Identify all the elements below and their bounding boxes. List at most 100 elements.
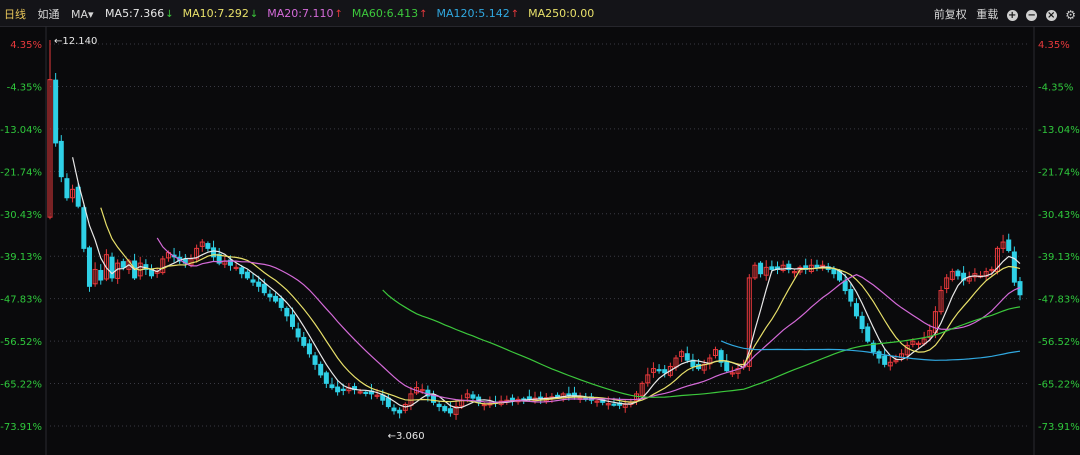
y-axis-label-right: -56.52%	[1038, 337, 1080, 348]
candle-down	[865, 326, 871, 342]
candle-down	[329, 384, 335, 389]
ma120-line	[720, 340, 1021, 361]
chart-toolbar: 日线 如通 MA▾ MA5:7.366↓ MA10:7.292 ↓ MA20:7.11…	[0, 0, 1080, 27]
y-axis-label-right: -21.74%	[1038, 167, 1080, 178]
candle-down	[109, 256, 115, 279]
max-price-annotation: ←12.140	[54, 36, 97, 47]
candle-down	[239, 267, 245, 275]
candle-down	[397, 409, 403, 414]
candle-down	[284, 307, 290, 317]
arrow-up-icon: ↑	[510, 9, 520, 20]
y-axis-label-right: -13.04%	[1038, 125, 1080, 136]
candle-down	[509, 397, 515, 401]
ma-legend-label: MA10:7.292	[182, 7, 249, 20]
forward-adjust-button[interactable]: 前复权	[934, 6, 967, 22]
y-axis-label-right: -39.13%	[1038, 252, 1080, 263]
y-axis-label-left: -65.22%	[0, 380, 42, 391]
candle-down	[250, 279, 256, 283]
y-axis-label-left: -13.04%	[0, 125, 42, 136]
y-axis-label-left: -56.52%	[0, 337, 42, 348]
candle-down	[470, 394, 476, 399]
candle-down	[853, 303, 859, 317]
close-icon[interactable]: ×	[1045, 9, 1057, 21]
minus-icon[interactable]: −	[1026, 9, 1038, 21]
candle-down	[244, 271, 250, 279]
ma-legend-label: MA250:0.00	[528, 7, 595, 20]
candle-down	[848, 289, 854, 302]
ma-legend-label: MA5:7.366	[105, 7, 165, 20]
candle-down	[555, 394, 561, 398]
candle-down	[656, 369, 662, 372]
candle-down	[566, 393, 572, 396]
arrow-down-icon: ↓	[165, 9, 174, 20]
candle-down	[859, 315, 865, 330]
candle-down	[312, 355, 318, 365]
y-axis-label-left: -4.35%	[7, 82, 42, 93]
ma-legend-label: MA120:5.142	[436, 7, 510, 20]
triangle-down-icon: ▾	[88, 7, 94, 21]
candle-down	[340, 388, 346, 391]
candle-down	[662, 369, 668, 374]
y-axis-label-left: -39.13%	[0, 252, 42, 263]
candle-down	[363, 391, 369, 394]
y-axis-label-right: -47.83%	[1038, 295, 1080, 306]
candle-down	[58, 140, 64, 178]
toolbar-right: 前复权 重载 + − × ⚙	[928, 6, 1076, 22]
candle-down	[684, 353, 690, 361]
candle-down	[447, 408, 453, 414]
y-axis-label-right: -65.22%	[1038, 380, 1080, 391]
y-axis-label-right: -4.35%	[1038, 82, 1073, 93]
reload-button[interactable]: 重载	[976, 6, 998, 22]
y-axis-label-left: -30.43%	[0, 210, 42, 221]
candle-down	[724, 360, 730, 372]
candle-down	[436, 403, 442, 408]
ma-legend-item: MA120:5.142↑	[436, 7, 519, 20]
candle-down	[385, 397, 391, 408]
ma-legend-label: MA60:6.413	[351, 7, 419, 20]
candle-down	[882, 355, 888, 365]
candle-down	[306, 343, 312, 355]
y-axis-label-left: 4.35%	[10, 40, 42, 51]
ma-legend-item: MA5:7.366↓	[105, 7, 174, 20]
candle-down	[98, 269, 104, 281]
gear-icon[interactable]: ⚙	[1065, 8, 1076, 22]
plus-icon[interactable]: +	[1006, 9, 1018, 21]
candle-down	[769, 266, 775, 270]
y-axis-label-left: -73.91%	[0, 422, 42, 433]
candle-down	[814, 264, 820, 268]
y-axis-label-right: 4.35%	[1038, 40, 1070, 51]
ma5-line	[72, 157, 1021, 409]
y-axis-label-left: -21.74%	[0, 167, 42, 178]
arrow-up-icon: ↑	[419, 9, 428, 20]
candle-down	[526, 396, 532, 400]
arrow-up-icon: ↑	[334, 9, 343, 20]
candlestick-chart: 4.35% 4.35% -4.35% -4.35% -13.04% -13.04% -21.…	[0, 26, 1080, 455]
candle-down	[831, 268, 837, 275]
candle-down	[120, 261, 126, 268]
candle-down	[323, 372, 329, 384]
ma10-line	[100, 207, 1021, 405]
candle-down	[391, 407, 397, 412]
candle-down	[53, 79, 59, 144]
ma-legend-item: MA60:6.413↑	[352, 7, 428, 20]
candle-down	[290, 314, 295, 327]
candle-down	[1006, 239, 1012, 251]
tab-mode[interactable]: 如通	[38, 6, 60, 22]
candle-down	[611, 403, 617, 406]
indicator-select[interactable]: MA▾	[71, 8, 94, 21]
tab-daily[interactable]: 日线	[4, 6, 26, 22]
candle-down	[442, 406, 448, 412]
ma-legend: MA5:7.366↓ MA10:7.292 ↓ MA20:7.110↑ MA60:6.4…	[105, 7, 603, 20]
candle-down	[64, 178, 70, 199]
ma-legend-item: MA20:7.110↑	[267, 7, 343, 20]
y-axis-label-right: -73.91%	[1038, 422, 1080, 433]
candle-down	[955, 270, 961, 277]
candle-down	[278, 298, 284, 308]
min-price-annotation: ←3.060	[388, 431, 425, 442]
candle-down	[876, 351, 882, 359]
candle-down	[205, 243, 211, 249]
candle-down	[267, 293, 273, 298]
candle-down	[86, 247, 92, 287]
candle-down	[318, 363, 324, 376]
candle-down	[295, 328, 301, 338]
